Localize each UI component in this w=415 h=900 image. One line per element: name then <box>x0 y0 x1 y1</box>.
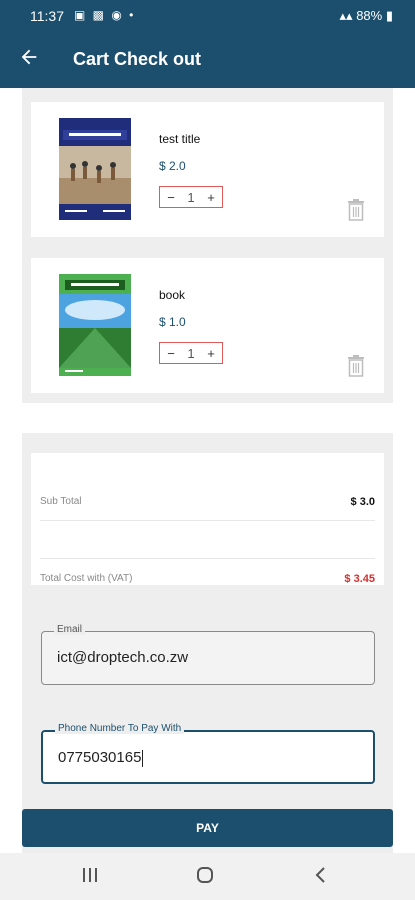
email-label: Email <box>54 624 86 635</box>
subtotal-value: $ 3.0 <box>350 496 375 508</box>
quantity-value: 1 <box>187 189 195 205</box>
item-price: $ 1.0 <box>159 315 186 329</box>
text-caret <box>142 749 144 767</box>
page-title: Cart Check out <box>73 49 202 69</box>
item-price: $ 2.0 <box>159 159 186 173</box>
cart-item: book $ 1.0 − 1 + <box>31 258 384 393</box>
status-bar: 11:37 ▣ ▩ ◉ • ▴▴ 88% ▮ <box>0 0 415 32</box>
increment-button[interactable]: + <box>204 190 218 205</box>
status-indicators: ▴▴ 88% ▮ <box>340 8 394 24</box>
recent-apps-icon[interactable] <box>81 866 99 884</box>
email-field[interactable]: Email ict@droptech.co.zw <box>41 624 375 685</box>
battery-icon: ▮ <box>385 8 393 23</box>
system-nav-bar <box>0 853 415 900</box>
trash-icon[interactable] <box>347 199 365 221</box>
item-title: book <box>159 288 186 302</box>
signal-icon: ▴▴ <box>339 8 353 23</box>
total-label: Total Cost with (VAT) <box>40 573 133 584</box>
agriculture-book-cover <box>59 274 131 376</box>
quantity-stepper: − 1 + <box>159 186 223 208</box>
back-icon[interactable] <box>314 866 328 884</box>
checkout-panel: Sub Total $ 3.0 Total Cost with (VAT) $ … <box>22 433 393 853</box>
item-title: test title <box>159 132 201 146</box>
phone-text: 0775030165 <box>58 749 142 766</box>
total-value: $ 3.45 <box>344 573 375 585</box>
heritage-studies-book-cover <box>59 118 131 220</box>
cart-item: test title $ 2.0 − 1 + <box>31 102 384 237</box>
increment-button[interactable]: + <box>204 346 218 361</box>
back-arrow-icon[interactable] <box>18 46 40 68</box>
email-value: ict@droptech.co.zw <box>57 649 189 666</box>
divider <box>40 520 375 521</box>
cart-list: test title $ 2.0 − 1 + book $ 1.0 − 1 + <box>22 88 393 403</box>
subtotal-label: Sub Total <box>40 496 82 507</box>
price-summary: Sub Total $ 3.0 Total Cost with (VAT) $ … <box>31 453 384 585</box>
phone-value: 0775030165 <box>58 749 144 767</box>
decrement-button[interactable]: − <box>164 190 178 205</box>
app-bar: Cart Check out <box>0 32 415 88</box>
pay-button[interactable]: PAY <box>22 809 393 847</box>
quantity-value: 1 <box>187 345 195 361</box>
notification-icons: ▣ ▩ ◉ • <box>74 8 136 22</box>
status-time: 11:37 <box>30 8 64 24</box>
trash-icon[interactable] <box>347 355 365 377</box>
phone-field[interactable]: Phone Number To Pay With 0775030165 <box>41 723 375 784</box>
divider <box>40 558 375 559</box>
home-icon[interactable] <box>196 866 214 884</box>
decrement-button[interactable]: − <box>164 346 178 361</box>
quantity-stepper: − 1 + <box>159 342 223 364</box>
battery-percent: 88% <box>356 8 383 23</box>
phone-label: Phone Number To Pay With <box>55 723 185 734</box>
